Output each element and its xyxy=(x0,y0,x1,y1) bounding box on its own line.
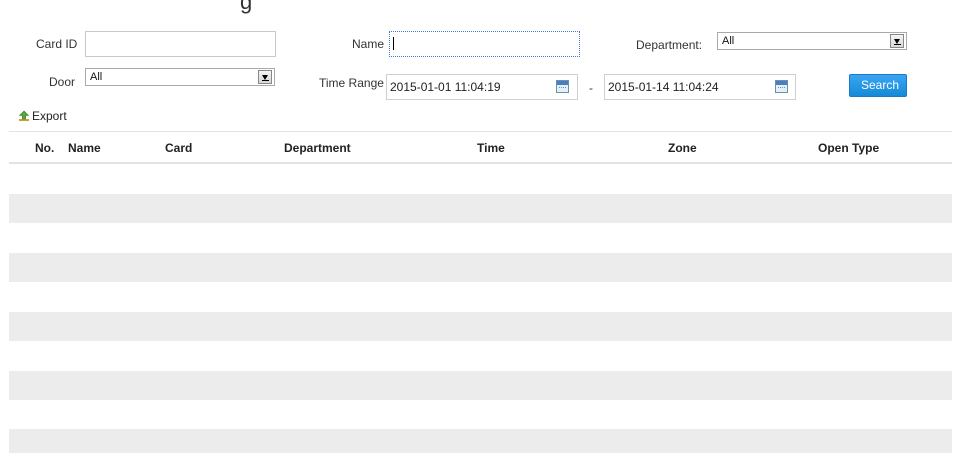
door-label: Door xyxy=(49,75,76,89)
start-time-value: 2015-01-01 11:04:19 xyxy=(390,80,501,94)
department-select-value: All xyxy=(722,35,735,47)
table-row[interactable] xyxy=(9,282,952,311)
table-row[interactable] xyxy=(9,253,952,282)
export-label: Export xyxy=(32,109,67,123)
column-header-time[interactable]: Time xyxy=(477,141,505,155)
column-header-name[interactable]: Name xyxy=(68,141,101,155)
table-row[interactable] xyxy=(9,341,952,370)
table-row[interactable] xyxy=(9,429,952,453)
dropdown-arrow-icon[interactable] xyxy=(890,34,904,48)
table-row[interactable] xyxy=(9,312,952,341)
column-header-open-type[interactable]: Open Type xyxy=(818,141,879,155)
column-header-zone[interactable]: Zone xyxy=(668,141,697,155)
table-row[interactable] xyxy=(9,194,952,223)
table-row[interactable] xyxy=(9,223,952,252)
time-range-label: Time Range xyxy=(319,76,384,90)
department-select[interactable]: All xyxy=(717,32,907,50)
text-cursor xyxy=(393,37,394,50)
card-id-label: Card ID xyxy=(36,37,78,51)
end-time-value: 2015-01-14 11:04:24 xyxy=(608,80,719,94)
department-label: Department: xyxy=(636,38,703,52)
door-select[interactable]: All xyxy=(85,68,275,86)
start-time-field[interactable]: 2015-01-01 11:04:19 xyxy=(386,74,578,100)
table-row[interactable] xyxy=(9,400,952,429)
calendar-icon[interactable] xyxy=(775,80,788,93)
table-row[interactable] xyxy=(9,371,952,400)
column-header-card[interactable]: Card xyxy=(165,141,192,155)
name-input[interactable] xyxy=(389,31,580,57)
table-row[interactable] xyxy=(9,165,952,194)
door-select-value: All xyxy=(90,71,103,83)
card-id-input[interactable] xyxy=(85,31,276,57)
column-header-department[interactable]: Department xyxy=(284,141,351,155)
calendar-icon[interactable] xyxy=(556,80,569,93)
dropdown-arrow-icon[interactable] xyxy=(258,70,272,84)
header-clipped-text: g xyxy=(240,0,253,14)
time-range-separator: - xyxy=(589,81,593,95)
end-time-field[interactable]: 2015-01-14 11:04:24 xyxy=(604,74,796,100)
table-header: No. Name Card Department Time Zone Open … xyxy=(9,131,952,164)
search-button[interactable]: Search xyxy=(849,74,907,97)
export-arrow-icon xyxy=(18,110,30,121)
name-label: Name xyxy=(352,37,385,51)
column-header-no[interactable]: No. xyxy=(35,141,54,155)
